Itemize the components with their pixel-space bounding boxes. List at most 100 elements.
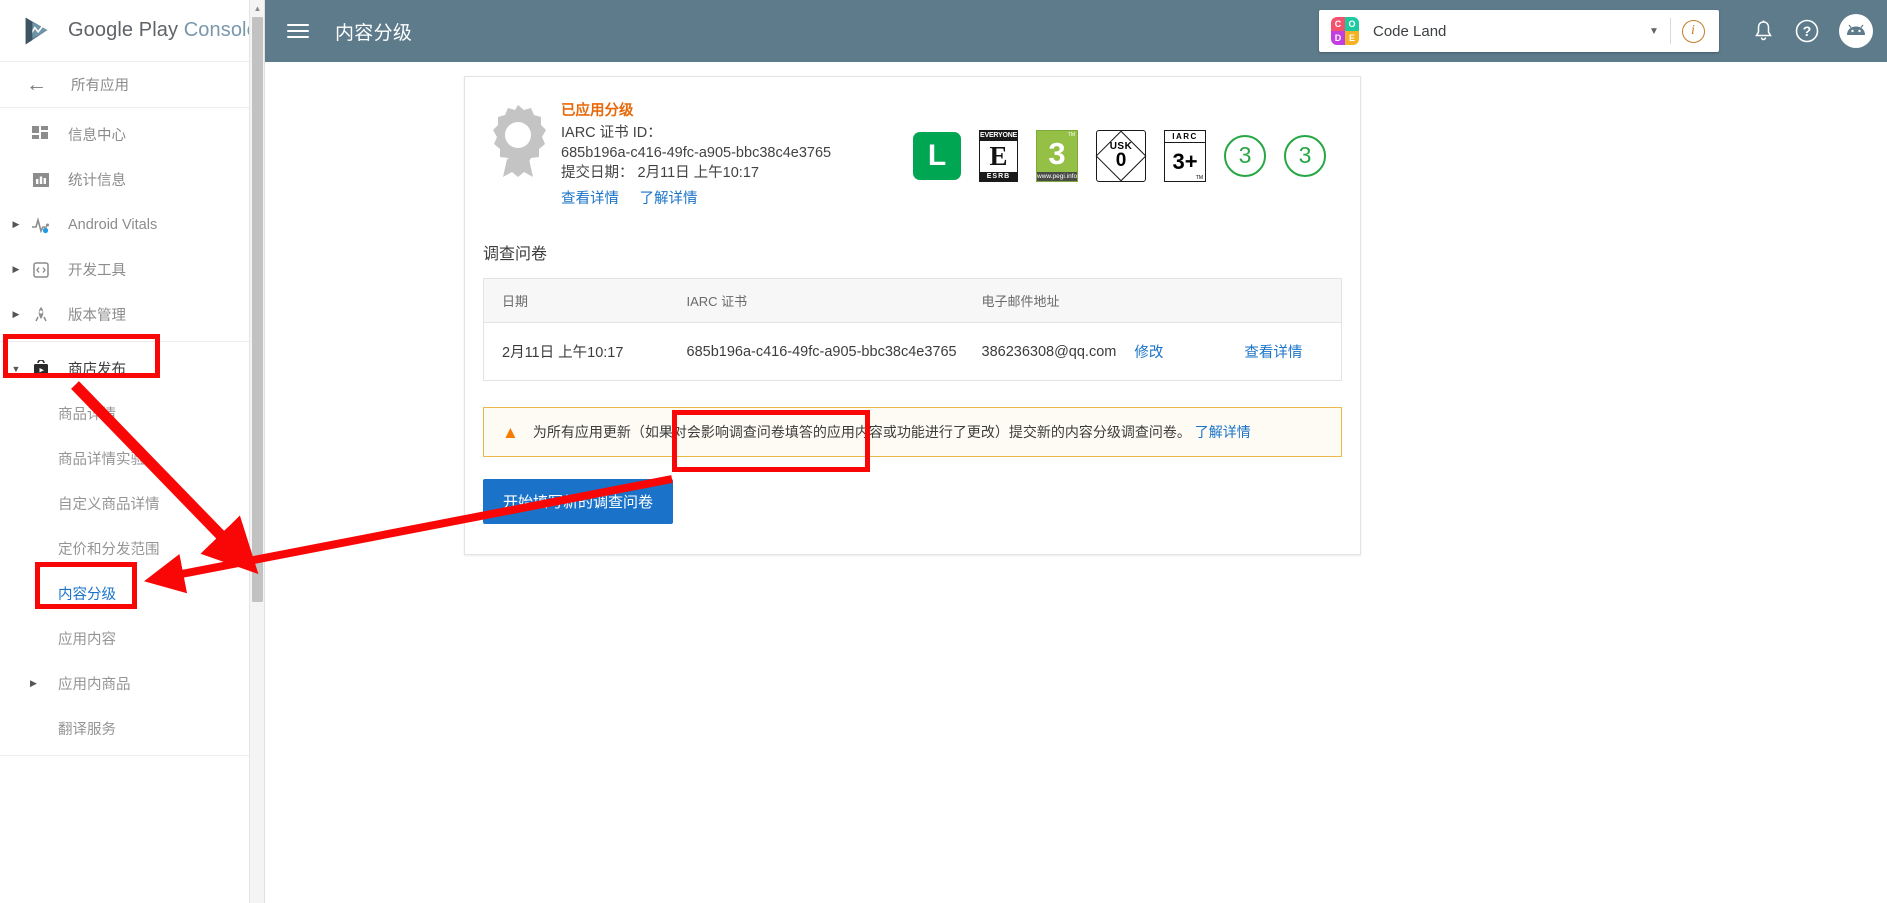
sidebar-item-custom-store-listing[interactable]: 自定义商品详情 xyxy=(0,481,264,526)
sidebar-item-dashboard[interactable]: 信息中心 xyxy=(0,112,264,157)
hamburger-icon[interactable] xyxy=(287,20,309,42)
chevron-right-icon[interactable]: ▶ xyxy=(6,264,26,275)
pegi-badge-url: www.pegi.info xyxy=(1037,171,1078,181)
warning-triangle-icon: ▲ xyxy=(502,422,519,442)
view-details-link[interactable]: 查看详情 xyxy=(561,191,619,207)
svg-text:?: ? xyxy=(1803,23,1812,39)
sidebar-item-in-app-products-label: 应用内商品 xyxy=(58,677,131,693)
chevron-down-icon[interactable]: ▼ xyxy=(6,364,26,374)
chevron-right-icon[interactable]: ▶ xyxy=(30,678,37,689)
scroll-up-arrow-icon[interactable]: ▲ xyxy=(250,0,265,16)
chevron-down-icon[interactable]: ▼ xyxy=(1638,26,1670,37)
brand-title: Google Play Console xyxy=(68,19,258,42)
app-root: Google Play Console ← 所有应用 信息中心 统计信息 ▶ A… xyxy=(0,0,1887,903)
rocket-icon xyxy=(26,306,56,324)
sidebar-item-app-content[interactable]: 应用内容 xyxy=(0,616,264,661)
sidebar-item-store-listing[interactable]: 商品详情 xyxy=(0,391,264,436)
rating-info: 已应用分级 IARC 证书 ID： 685b196a-c416-49fc-a90… xyxy=(551,99,913,208)
android-avatar-icon[interactable] xyxy=(1839,14,1873,48)
learn-more-link[interactable]: 了解详情 xyxy=(639,191,697,207)
app-icon-letter-o: O xyxy=(1345,17,1359,31)
table-header-row: 日期 IARC 证书 电子邮件地址 xyxy=(483,278,1342,323)
sidebar-scrollbar[interactable]: ▲ xyxy=(249,0,264,903)
warning-message: 为所有应用更新（如果对会影响调查问卷填答的应用内容或功能进行了更改）提交新的内容… xyxy=(533,422,1251,442)
sidebar-item-content-rating[interactable]: 内容分级 xyxy=(0,571,264,616)
classind-badge-icon: L xyxy=(913,131,961,180)
esrb-badge-icon: EVERYONE E ESRB xyxy=(979,129,1018,182)
sidebar-item-pricing-distribution[interactable]: 定价和分发范围 xyxy=(0,526,264,571)
sidebar-divider xyxy=(0,341,264,342)
pegi-badge-value: 3 xyxy=(1048,135,1066,171)
topbar-right-group: C O D E Code Land ▼ i ? xyxy=(1319,9,1873,53)
google-play-logo-icon xyxy=(25,17,48,44)
cell-detail: 查看详情 xyxy=(1226,323,1341,381)
scrollbar-thumb[interactable] xyxy=(252,17,263,602)
sidebar-item-release-management[interactable]: ▶ 版本管理 xyxy=(0,292,264,337)
rating-summary: 已应用分级 IARC 证书 ID： 685b196a-c416-49fc-a90… xyxy=(465,77,1360,218)
rating-links: 查看详情 了解详情 xyxy=(561,187,913,208)
sidebar-item-statistics-label: 统计信息 xyxy=(68,173,126,189)
sidebar-item-store-listing-label: 商品详情 xyxy=(58,407,116,423)
table-header: 日期 IARC 证书 电子邮件地址 xyxy=(483,278,1342,323)
sidebar-item-android-vitals[interactable]: ▶ Android Vitals xyxy=(0,202,264,247)
usk-badge-value: 0 xyxy=(1115,150,1127,171)
usk-badge-label-group: USK 0 xyxy=(1097,131,1145,181)
brand-google-play: Google Play xyxy=(68,19,179,41)
bell-icon[interactable] xyxy=(1741,9,1785,53)
iarc-badge-icon: IARC 3+ TM xyxy=(1164,129,1206,182)
warning-banner: ▲ 为所有应用更新（如果对会影响调查问卷填答的应用内容或功能进行了更改）提交新的… xyxy=(483,407,1342,457)
iarc-badge-top: IARC xyxy=(1165,131,1205,143)
sidebar-item-store-listing-experiments[interactable]: 商品详情实验 xyxy=(0,436,264,481)
app-selector[interactable]: C O D E Code Land ▼ i xyxy=(1319,10,1719,52)
arrow-left-icon: ← xyxy=(26,73,47,96)
edit-link[interactable]: 修改 xyxy=(1134,345,1163,361)
chevron-right-icon[interactable]: ▶ xyxy=(6,309,26,320)
esrb-badge-value: E xyxy=(989,140,1008,171)
column-header-date: 日期 xyxy=(483,278,669,323)
column-header-edit xyxy=(1116,278,1227,323)
sidebar-item-release-management-label: 版本管理 xyxy=(68,308,126,324)
sidebar-item-app-content-label: 应用内容 xyxy=(58,632,116,648)
cell-email: 386236308@qq.com xyxy=(981,343,1117,360)
cell-edit: 修改 xyxy=(1116,323,1226,381)
green-circle-badge-icon-1: 3 xyxy=(1224,134,1266,177)
sidebar-item-in-app-products[interactable]: ▶ 应用内商品 xyxy=(0,661,264,706)
sidebar-item-pricing-distribution-label: 定价和分发范围 xyxy=(58,542,160,558)
warning-learn-more-link[interactable]: 了解详情 xyxy=(1195,424,1251,440)
dashboard-icon xyxy=(26,125,56,144)
sidebar-item-translation-service-label: 翻译服务 xyxy=(58,722,116,738)
questionnaire-table: 日期 IARC 证书 电子邮件地址 2月11日 上午10:17 685b196a… xyxy=(483,278,1342,381)
sidebar-item-dashboard-label: 信息中心 xyxy=(68,128,126,144)
chevron-right-icon[interactable]: ▶ xyxy=(6,219,26,230)
iarc-badge-tm: TM xyxy=(1195,174,1203,181)
sidebar-item-store-presence-label: 商店发布 xyxy=(68,362,126,378)
column-header-cert: IARC 证书 xyxy=(668,278,964,323)
info-icon-glyph: i xyxy=(1681,19,1705,43)
sidebar-item-dev-tools[interactable]: ▶ 开发工具 xyxy=(0,247,264,292)
row-view-details-link[interactable]: 查看详情 xyxy=(1244,345,1302,361)
sidebar-item-store-presence[interactable]: ▼ 商店发布 xyxy=(0,346,264,391)
bar-chart-icon xyxy=(26,171,56,189)
questionnaire-section-title: 调查问卷 xyxy=(483,246,548,263)
content-rating-card: 已应用分级 IARC 证书 ID： 685b196a-c416-49fc-a90… xyxy=(464,76,1361,555)
sidebar-item-statistics[interactable]: 统计信息 xyxy=(0,157,264,202)
rating-cert-label: IARC 证书 ID： xyxy=(561,125,662,141)
rating-submit-date: 提交日期： 2月11日 上午10:17 xyxy=(561,165,759,181)
pegi-badge-tm: TM xyxy=(1067,131,1075,138)
sidebar-item-custom-store-listing-label: 自定义商品详情 xyxy=(58,497,160,513)
column-header-detail xyxy=(1226,278,1342,323)
sidebar-item-translation-service[interactable]: 翻译服务 xyxy=(0,706,264,751)
info-icon[interactable]: i xyxy=(1671,19,1715,43)
sidebar-item-all-apps[interactable]: ← 所有应用 xyxy=(0,62,264,108)
table-row: 2月11日 上午10:17 685b196a-c416-49fc-a905-bb… xyxy=(484,323,1342,381)
rating-badges: L EVERYONE E ESRB TM 3 www.pegi.info USK… xyxy=(913,99,1338,208)
brand-console: Console xyxy=(183,19,258,41)
start-new-questionnaire-button[interactable]: 开始填写新的调查问卷 xyxy=(483,479,674,524)
rating-cert-id: 685b196a-c416-49fc-a905-bbc38c4e3765 xyxy=(561,145,832,161)
green-circle-badge-icon-2: 3 xyxy=(1284,134,1326,177)
store-icon xyxy=(26,359,56,378)
help-icon[interactable]: ? xyxy=(1785,9,1829,53)
sidebar-item-content-rating-label: 内容分级 xyxy=(58,587,116,603)
brand-header: Google Play Console xyxy=(0,0,264,62)
column-header-email: 电子邮件地址 xyxy=(963,278,1117,323)
